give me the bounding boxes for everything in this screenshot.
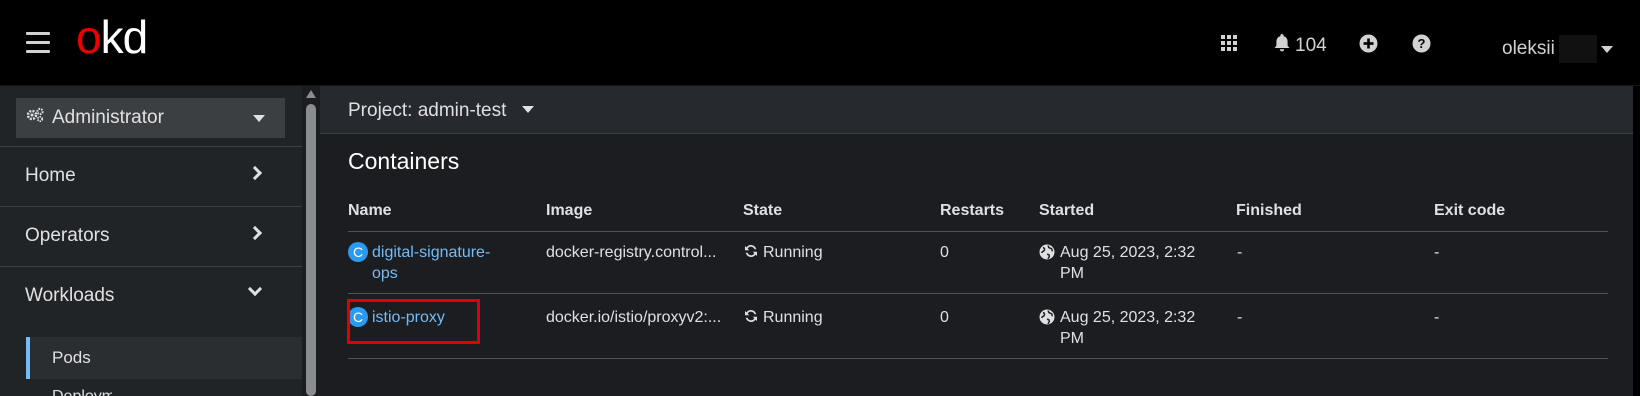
logo-o: o <box>76 11 102 63</box>
project-bar <box>320 86 1640 134</box>
column-header-started: Started <box>1039 202 1095 219</box>
user-menu[interactable]: oleksii <box>1502 35 1613 63</box>
started-line2: PM <box>1060 265 1084 282</box>
scroll-up-arrow-icon[interactable] <box>306 90 316 98</box>
masthead <box>0 0 1640 86</box>
perspective-switcher[interactable]: Administrator <box>16 98 285 138</box>
nav-item-label: Operators <box>25 225 110 246</box>
container-state: Running <box>743 242 823 263</box>
globe-icon <box>1039 309 1055 325</box>
nav-item-label: Home <box>25 165 76 186</box>
column-header-state: State <box>743 202 783 219</box>
container-exit-code: - <box>1434 244 1440 261</box>
cogs-icon <box>26 107 44 129</box>
container-badge-icon: C <box>348 242 368 262</box>
container-restarts: 0 <box>940 244 949 261</box>
chevron-down-icon <box>247 281 263 297</box>
started-line1: Aug 25, 2023, 2:32 <box>1060 244 1196 261</box>
caret-down-icon <box>1600 45 1613 53</box>
sync-icon <box>745 310 757 322</box>
chevron-right-icon <box>247 225 263 241</box>
scrollbar-thumb[interactable] <box>306 104 316 396</box>
nav-item-workloads[interactable]: Workloads <box>0 266 302 326</box>
column-header-image: Image <box>546 202 593 219</box>
state-label: Running <box>763 309 823 326</box>
nav-item-operators[interactable]: Operators <box>0 206 302 266</box>
container-started: Aug 25, 2023, 2:32 PM <box>1039 307 1195 349</box>
notification-count[interactable]: 104 <box>1295 35 1327 57</box>
bell-icon[interactable] <box>1273 33 1291 58</box>
perspective-label: Administrator <box>52 107 164 128</box>
column-header-restarts: Restarts <box>940 202 1005 219</box>
caret-down-icon <box>253 115 265 122</box>
container-finished: - <box>1237 309 1243 326</box>
subnav-item-pods[interactable]: Pods <box>26 337 302 379</box>
sidebar-scrollbar[interactable] <box>302 86 320 396</box>
row-divider <box>348 231 1608 232</box>
subnav-item-deployments[interactable]: Deployments <box>52 388 112 396</box>
chevron-right-icon <box>247 165 263 181</box>
logo-kd: kd <box>100 11 149 63</box>
help-icon[interactable]: ? <box>1412 34 1431 58</box>
window-edge <box>1633 86 1640 396</box>
column-header-finished: Finished <box>1236 202 1302 219</box>
svg-text:?: ? <box>1418 36 1426 51</box>
container-image: docker.io/istio/proxyv2:... <box>546 309 722 326</box>
container-name-line2: ops <box>372 265 398 282</box>
row-divider <box>348 358 1608 359</box>
table-row-name[interactable]: C digital-signature- ops <box>348 242 502 284</box>
container-finished: - <box>1237 244 1243 261</box>
container-name-line1: digital-signature- <box>372 244 491 261</box>
highlight-box <box>347 299 480 344</box>
started-line2: PM <box>1060 330 1084 347</box>
user-name: oleksii <box>1502 38 1555 59</box>
project-selector[interactable]: Project: admin-test <box>348 100 506 122</box>
container-image: docker-registry.control... <box>546 244 717 261</box>
column-header-name: Name <box>348 202 392 219</box>
globe-icon <box>1039 244 1055 260</box>
started-line1: Aug 25, 2023, 2:32 <box>1060 309 1196 326</box>
sync-icon <box>745 245 757 257</box>
app-launcher-icon[interactable] <box>1221 35 1237 51</box>
nav-item-label: Workloads <box>25 285 115 306</box>
redacted-area <box>1558 35 1597 63</box>
container-state: Running <box>743 307 823 328</box>
okd-logo[interactable]: o kd <box>76 11 149 63</box>
plus-circle-icon[interactable] <box>1359 34 1378 58</box>
container-link[interactable]: digital-signature- ops <box>372 242 502 284</box>
container-started: Aug 25, 2023, 2:32 PM <box>1039 242 1195 284</box>
container-restarts: 0 <box>940 309 949 326</box>
container-exit-code: - <box>1434 309 1440 326</box>
caret-down-icon[interactable] <box>522 106 534 113</box>
row-divider <box>348 293 1608 294</box>
nav-item-home[interactable]: Home <box>0 146 302 206</box>
state-label: Running <box>763 244 823 261</box>
subnav-item-label: Pods <box>52 348 91 367</box>
hamburger-icon[interactable] <box>26 32 50 54</box>
column-header-exit-code: Exit code <box>1434 202 1506 219</box>
section-title: Containers <box>348 148 460 174</box>
